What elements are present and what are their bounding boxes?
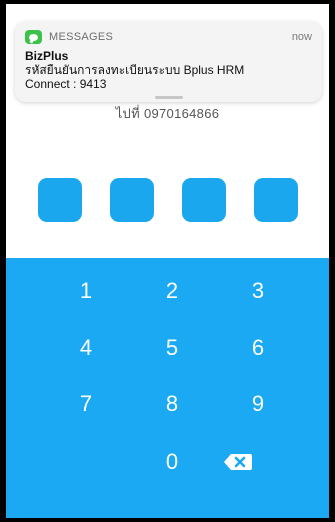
notification-message-line-1: รหัสยืนยันการลงทะเบียนระบบ Bplus HRM — [25, 63, 245, 77]
key-8[interactable]: 8 — [137, 384, 207, 424]
messages-app-icon — [25, 30, 42, 44]
notification-sender: BizPlus — [25, 49, 69, 63]
key-1[interactable]: 1 — [51, 271, 121, 311]
backspace-button[interactable] — [223, 442, 293, 482]
key-5[interactable]: 5 — [137, 328, 207, 368]
key-4[interactable]: 4 — [51, 328, 121, 368]
backspace-icon — [224, 454, 252, 470]
otp-input[interactable] — [38, 178, 298, 222]
pin-digit-box[interactable] — [182, 178, 226, 222]
key-7[interactable]: 7 — [51, 384, 121, 424]
numeric-keypad: 1 2 3 4 5 6 7 8 9 0 — [6, 258, 329, 518]
key-2[interactable]: 2 — [137, 271, 207, 311]
notification-time: now — [291, 31, 312, 43]
key-3[interactable]: 3 — [223, 271, 293, 311]
key-9[interactable]: 9 — [223, 384, 293, 424]
notification-header: MESSAGES now — [25, 29, 312, 45]
pin-digit-box[interactable] — [110, 178, 154, 222]
sms-notification-banner[interactable]: MESSAGES now BizPlus รหัสยืนยันการลงทะเบ… — [15, 22, 322, 102]
otp-screen: MESSAGES now BizPlus รหัสยืนยันการลงทะเบ… — [6, 4, 329, 518]
notification-app-name: MESSAGES — [49, 31, 114, 43]
notification-grabber — [154, 96, 183, 99]
sent-to-text: ไปที่ 0970164866 — [6, 103, 329, 124]
key-0[interactable]: 0 — [137, 442, 207, 482]
sent-to-label: ไปที่ — [115, 106, 140, 121]
pin-digit-box[interactable] — [38, 178, 82, 222]
key-6[interactable]: 6 — [223, 328, 293, 368]
notification-message-line-2: Connect : 9413 — [25, 77, 107, 91]
phone-number: 0970164866 — [143, 106, 220, 121]
pin-digit-box[interactable] — [254, 178, 298, 222]
